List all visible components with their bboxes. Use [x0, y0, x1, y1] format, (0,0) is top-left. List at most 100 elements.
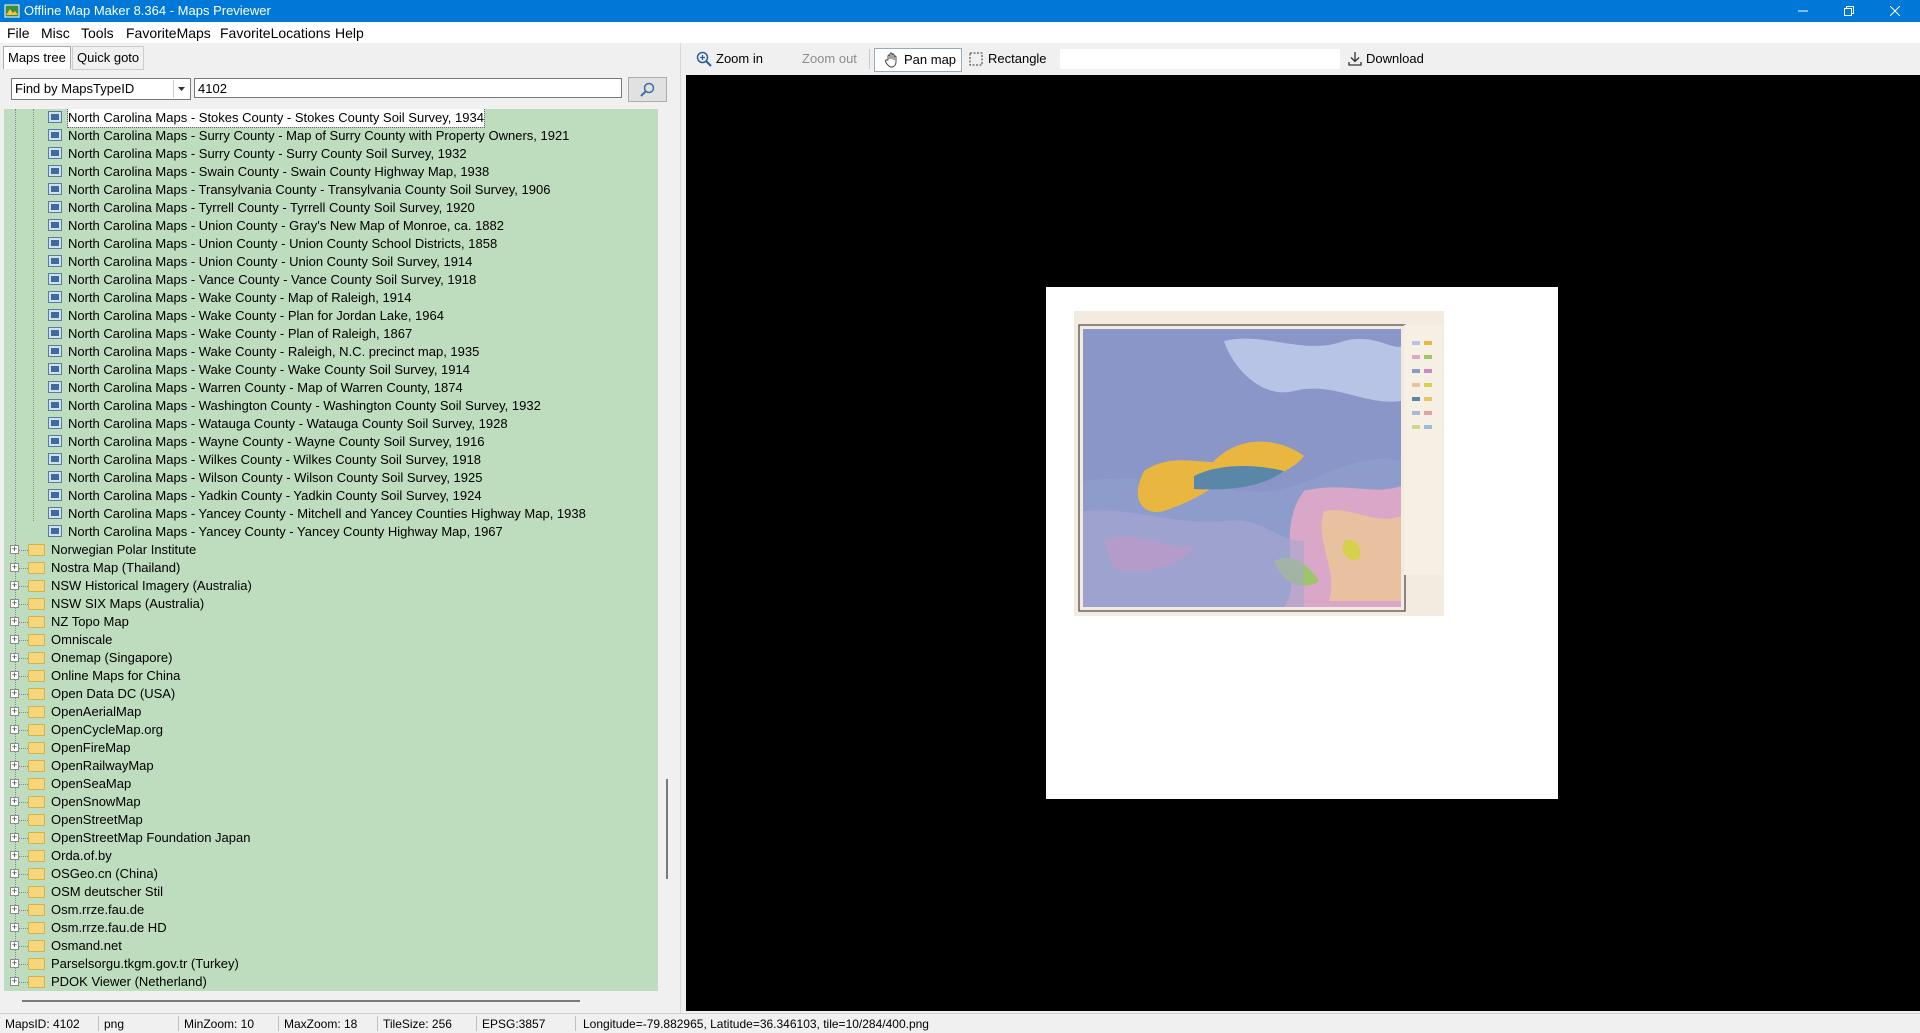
expand-icon[interactable]: +: [10, 635, 19, 644]
tree-item-map[interactable]: North Carolina Maps - Union County - Uni…: [4, 253, 658, 271]
expand-icon[interactable]: +: [10, 887, 19, 896]
tree-item-map[interactable]: North Carolina Maps - Wake County - Rale…: [4, 343, 658, 361]
expand-icon[interactable]: +: [10, 689, 19, 698]
tree-folder[interactable]: + Online Maps for China: [4, 667, 658, 685]
menu-help[interactable]: Help: [335, 25, 364, 41]
expand-icon[interactable]: +: [10, 833, 19, 842]
tree-folder[interactable]: + Onemap (Singapore): [4, 649, 658, 667]
menu-favorite-maps[interactable]: FavoriteMaps: [126, 25, 211, 41]
expand-icon[interactable]: +: [10, 815, 19, 824]
zoom-out-button[interactable]: Zoom out: [802, 48, 864, 70]
expand-icon[interactable]: +: [10, 707, 19, 716]
zoom-in-button[interactable]: Zoom in: [696, 48, 774, 70]
tree-horizontal-scrollbar[interactable]: [4, 993, 658, 1010]
expand-icon[interactable]: +: [10, 869, 19, 878]
tree-folder[interactable]: + NSW Historical Imagery (Australia): [4, 577, 658, 595]
menu-favorite-locations[interactable]: FavoriteLocations: [220, 25, 331, 41]
expand-icon[interactable]: +: [10, 923, 19, 932]
tree-item-map[interactable]: North Carolina Maps - Warren County - Ma…: [4, 379, 658, 397]
map-tile[interactable]: [1046, 287, 1558, 799]
scroll-thumb[interactable]: [666, 779, 668, 879]
tree-item-map[interactable]: North Carolina Maps - Union County - Gra…: [4, 217, 658, 235]
tree-item-map[interactable]: North Carolina Maps - Surry County - Sur…: [4, 145, 658, 163]
tree-item-map[interactable]: North Carolina Maps - Tyrrell County - T…: [4, 199, 658, 217]
tree-item-map[interactable]: North Carolina Maps - Wayne County - Way…: [4, 433, 658, 451]
tree-folder[interactable]: + OSGeo.cn (China): [4, 865, 658, 883]
tree-item-map[interactable]: North Carolina Maps - Wake County - Map …: [4, 289, 658, 307]
expand-icon[interactable]: +: [10, 797, 19, 806]
tab-maps-tree[interactable]: Maps tree: [3, 46, 71, 69]
scroll-thumb[interactable]: [22, 1000, 580, 1002]
expand-icon[interactable]: +: [10, 977, 19, 986]
expand-icon[interactable]: +: [10, 851, 19, 860]
expand-icon[interactable]: +: [10, 941, 19, 950]
map-preview[interactable]: [686, 75, 1920, 1011]
expand-icon[interactable]: +: [10, 599, 19, 608]
expand-icon[interactable]: +: [10, 581, 19, 590]
tree-folder[interactable]: + Omniscale: [4, 631, 658, 649]
tree-item-map[interactable]: North Carolina Maps - Swain County - Swa…: [4, 163, 658, 181]
expand-icon[interactable]: +: [10, 761, 19, 770]
tree-folder[interactable]: + OpenSnowMap: [4, 793, 658, 811]
tab-quick-goto[interactable]: Quick goto: [72, 46, 145, 70]
tree-folder[interactable]: + OpenRailwayMap: [4, 757, 658, 775]
tree-folder[interactable]: + Osm.rrze.fau.de: [4, 901, 658, 919]
expand-icon[interactable]: +: [10, 563, 19, 572]
tree-folder[interactable]: + Open Data DC (USA): [4, 685, 658, 703]
maximize-button[interactable]: [1826, 0, 1872, 22]
tree-vertical-scrollbar[interactable]: [660, 109, 677, 991]
tree-folder[interactable]: + OSM deutscher Stil: [4, 883, 658, 901]
tree-folder[interactable]: + OpenSeaMap: [4, 775, 658, 793]
tree-item-map[interactable]: North Carolina Maps - Transylvania Count…: [4, 181, 658, 199]
search-mode-select[interactable]: Find by MapsTypeID: [11, 78, 191, 100]
tree-item-map[interactable]: North Carolina Maps - Surry County - Map…: [4, 127, 658, 145]
expand-icon[interactable]: +: [10, 671, 19, 680]
tree-folder[interactable]: + NZ Topo Map: [4, 613, 658, 631]
expand-icon[interactable]: +: [10, 545, 19, 554]
minimize-button[interactable]: [1780, 0, 1826, 22]
expand-icon[interactable]: +: [10, 653, 19, 662]
expand-icon[interactable]: +: [10, 725, 19, 734]
tree-folder[interactable]: + OpenCycleMap.org: [4, 721, 658, 739]
tree-item-map[interactable]: North Carolina Maps - Stokes County - St…: [4, 109, 658, 128]
pan-map-button[interactable]: Pan map: [874, 48, 962, 72]
search-button[interactable]: [628, 77, 667, 102]
expand-icon[interactable]: +: [10, 905, 19, 914]
expand-icon[interactable]: +: [10, 959, 19, 968]
tree-folder[interactable]: + OpenAerialMap: [4, 703, 658, 721]
tree-item-map[interactable]: North Carolina Maps - Watauga County - W…: [4, 415, 658, 433]
tree-folder[interactable]: + OpenStreetMap Foundation Japan: [4, 829, 658, 847]
expand-icon[interactable]: +: [10, 779, 19, 788]
tree-item-map[interactable]: North Carolina Maps - Yadkin County - Ya…: [4, 487, 658, 505]
tree-folder[interactable]: + Osm.rrze.fau.de HD: [4, 919, 658, 937]
download-button[interactable]: Download: [1348, 48, 1438, 70]
expand-icon[interactable]: +: [10, 743, 19, 752]
tree-item-map[interactable]: North Carolina Maps - Vance County - Van…: [4, 271, 658, 289]
tree-folder[interactable]: + NSW SIX Maps (Australia): [4, 595, 658, 613]
tree-item-map[interactable]: North Carolina Maps - Wilson County - Wi…: [4, 469, 658, 487]
tree-item-map[interactable]: North Carolina Maps - Union County - Uni…: [4, 235, 658, 253]
chevron-down-icon[interactable]: [173, 80, 189, 98]
tree-folder[interactable]: + OpenStreetMap: [4, 811, 658, 829]
menu-tools[interactable]: Tools: [81, 25, 114, 41]
tree-item-map[interactable]: North Carolina Maps - Washington County …: [4, 397, 658, 415]
tree-item-map[interactable]: North Carolina Maps - Yancey County - Ya…: [4, 523, 658, 541]
tree-folder[interactable]: + PDOK Viewer (Netherland): [4, 973, 658, 991]
menu-misc[interactable]: Misc: [41, 25, 70, 41]
tree-folder[interactable]: + Osmand.net: [4, 937, 658, 955]
tree-item-map[interactable]: North Carolina Maps - Wake County - Plan…: [4, 307, 658, 325]
tree-folder[interactable]: + Norwegian Polar Institute: [4, 541, 658, 559]
menu-file[interactable]: File: [7, 25, 30, 41]
tree-item-map[interactable]: North Carolina Maps - Wake County - Wake…: [4, 361, 658, 379]
tree-folder[interactable]: + OpenFireMap: [4, 739, 658, 757]
search-input[interactable]: [194, 78, 622, 98]
close-button[interactable]: [1872, 0, 1918, 22]
rectangle-button[interactable]: Rectangle: [969, 48, 1055, 70]
tree-folder[interactable]: + Nostra Map (Thailand): [4, 559, 658, 577]
tree-item-map[interactable]: North Carolina Maps - Wake County - Plan…: [4, 325, 658, 343]
maps-tree[interactable]: North Carolina Maps - Stokes County - St…: [4, 109, 658, 991]
expand-icon[interactable]: +: [10, 617, 19, 626]
tree-folder[interactable]: + Orda.of.by: [4, 847, 658, 865]
tree-item-map[interactable]: North Carolina Maps - Wilkes County - Wi…: [4, 451, 658, 469]
tree-folder[interactable]: + Parselsorgu.tkgm.gov.tr (Turkey): [4, 955, 658, 973]
